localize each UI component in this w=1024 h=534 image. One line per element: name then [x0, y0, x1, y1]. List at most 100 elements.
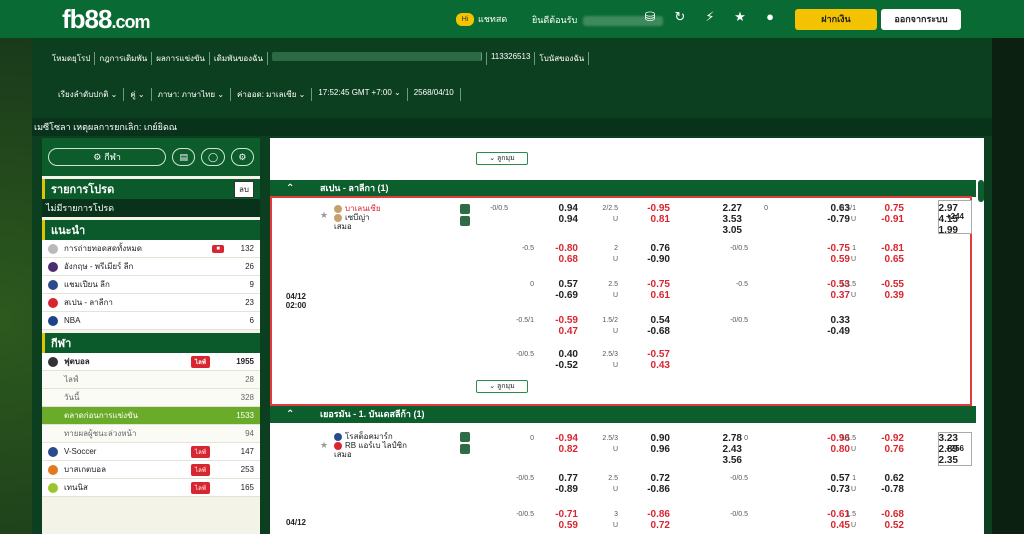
league-header-bundesliga[interactable]: ⌃ เยอรมัน - 1. บันเดสลีก้า (1) [270, 406, 976, 423]
odds-value[interactable]: 0.81 [630, 215, 670, 225]
odds-value[interactable]: 0.65 [864, 255, 904, 265]
odds-value[interactable]: -0.69 [538, 291, 578, 301]
refresh-icon[interactable]: ↻ [670, 9, 690, 25]
promo-icon[interactable]: ★ [730, 9, 750, 25]
corners-toggle[interactable]: ⌄ ลูกมุม [476, 380, 528, 393]
odds-value[interactable]: -0.75 [630, 280, 670, 290]
odds-value[interactable]: 0.61 [630, 291, 670, 301]
odds-value[interactable]: 0.59 [538, 521, 578, 531]
nav-euro-mode[interactable]: โหมดยุโรป [48, 52, 96, 65]
delete-favorites-button[interactable]: ลบ [234, 180, 254, 198]
sidebar-item-football-live[interactable]: ไลฟ์ 28 [42, 371, 260, 389]
odds-value[interactable]: 0.52 [864, 521, 904, 531]
odds-value[interactable]: -0.59 [538, 316, 578, 326]
scrollbar[interactable] [978, 180, 984, 202]
odds-value[interactable]: 0.54 [630, 316, 670, 326]
live-icon[interactable] [460, 216, 470, 226]
odds-value[interactable]: 2.89 [918, 445, 958, 455]
language-select[interactable]: ภาษา: ภาษาไทย ⌄ [152, 88, 232, 101]
odds-value[interactable]: -0.89 [538, 485, 578, 495]
nav-rules[interactable]: กฎการเดิมพัน [95, 52, 153, 65]
odds-value[interactable]: 0.75 [864, 204, 904, 214]
odds-value[interactable]: 0.94 [538, 215, 578, 225]
odds-value[interactable]: 2.97 [918, 204, 958, 214]
odds-value[interactable]: 0.43 [630, 361, 670, 371]
odds-value[interactable]: -0.86 [630, 510, 670, 520]
deposit-button[interactable]: ฝากเงิน [795, 9, 877, 30]
odds-value[interactable]: 1.99 [918, 226, 958, 236]
odds-value[interactable]: -0.49 [810, 327, 850, 337]
odds-value[interactable]: -0.91 [864, 215, 904, 225]
odds-value[interactable]: 3.23 [918, 434, 958, 444]
odds-value[interactable]: 0.33 [810, 316, 850, 326]
odds-value[interactable]: 4.15 [918, 215, 958, 225]
odds-value[interactable]: -0.68 [864, 510, 904, 520]
odds-value[interactable]: 3.53 [702, 215, 742, 225]
profile-button[interactable]: ◯ [201, 148, 225, 166]
odds-value[interactable]: 3.05 [702, 226, 742, 236]
sidebar-item-football-outright[interactable]: ทายผลผู้ชนะล่วงหน้า 94 [42, 425, 260, 443]
odds-value[interactable]: -0.68 [630, 327, 670, 337]
settings-button[interactable]: ⚙ [230, 148, 255, 166]
odds-value[interactable]: -0.57 [630, 350, 670, 360]
odds-value[interactable]: 0.47 [538, 327, 578, 337]
sidebar-item-basketball[interactable]: บาสเกตบอล ไลฟ์ 253 [42, 461, 260, 479]
odds-value[interactable]: 0.94 [538, 204, 578, 214]
odds-value[interactable]: 0.39 [864, 291, 904, 301]
timezone-select[interactable]: 17:52:45 GMT +7:00 ⌄ [312, 88, 408, 101]
odds-value[interactable]: -0.90 [630, 255, 670, 265]
site-logo[interactable]: fb88.com [62, 4, 150, 35]
live-icon[interactable] [460, 444, 470, 454]
sidebar-item-football-prematch[interactable]: ตลาดก่อนการแข่งขัน 1533 [42, 407, 260, 425]
live-chat-link[interactable]: Hi แชทสด [456, 12, 507, 26]
pair-select[interactable]: คู่ ⌄ [124, 88, 152, 101]
wallet-icon[interactable]: ⛁ [640, 9, 660, 25]
odds-value[interactable]: -0.71 [538, 510, 578, 520]
favorite-star-icon[interactable]: ★ [320, 440, 328, 451]
odds-value[interactable]: -0.94 [538, 434, 578, 444]
odds-value[interactable]: 0.76 [864, 445, 904, 455]
sidebar-item-all-live[interactable]: การถ่ายทอดสดทั้งหมด ■ 132 [42, 240, 260, 258]
sidebar-item-nba[interactable]: NBA 6 [42, 312, 260, 330]
odds-value[interactable]: -0.81 [864, 244, 904, 254]
odds-value[interactable]: 2.27 [702, 204, 742, 214]
odds-value[interactable]: -0.95 [630, 204, 670, 214]
odds-value[interactable]: 0.96 [630, 445, 670, 455]
nav-my-bets[interactable]: เดิมพันของฉัน [210, 52, 268, 65]
sidebar-item-laliga[interactable]: สเปน - ลาลีกา 23 [42, 294, 260, 312]
sidebar-item-premier-league[interactable]: อังกฤษ - พรีเมียร์ ลีก 26 [42, 258, 260, 276]
favorite-star-icon[interactable]: ★ [320, 210, 328, 221]
odds-value[interactable]: -0.78 [864, 485, 904, 495]
sidebar-item-vsoccer[interactable]: V-Soccer ไลฟ์ 147 [42, 443, 260, 461]
logout-button[interactable]: ออกจากระบบ [881, 9, 961, 30]
sidebar-item-champions-league[interactable]: แชมเปียน ลีก 9 [42, 276, 260, 294]
nav-my-bonus[interactable]: โบนัสของฉัน [535, 52, 590, 65]
odds-value[interactable]: 0.90 [630, 434, 670, 444]
nav-results[interactable]: ผลการแข่งขัน [152, 52, 210, 65]
sidebar-item-football-today[interactable]: วันนี้ 328 [42, 389, 260, 407]
odds-value[interactable]: 0.82 [538, 445, 578, 455]
odds-value[interactable]: 0.68 [538, 255, 578, 265]
bet-slip-button[interactable]: ▤ [172, 148, 196, 166]
odds-value[interactable]: -0.52 [538, 361, 578, 371]
league-header-laliga[interactable]: ⌃ สเปน - ลาลีกา (1) [270, 180, 976, 197]
odds-value[interactable]: 0.72 [630, 521, 670, 531]
odds-value[interactable]: 2.43 [702, 445, 742, 455]
tab-sport[interactable]: ⚙ กีฬา [48, 148, 167, 166]
odds-value[interactable]: 0.57 [538, 280, 578, 290]
odds-value[interactable]: 3.56 [702, 456, 742, 466]
user-icon[interactable]: ● [760, 9, 780, 25]
flash-icon[interactable]: ⚡ [700, 9, 720, 25]
odds-value[interactable]: 2.35 [918, 456, 958, 466]
odds-value[interactable]: 0.40 [538, 350, 578, 360]
sidebar-item-tennis[interactable]: เทนนิส ไลฟ์ 165 [42, 479, 260, 497]
corners-toggle-top[interactable]: ⌄ ลูกมุม [476, 152, 528, 165]
odds-type-select[interactable]: ค่าออด: มาเลเซีย ⌄ [231, 88, 313, 101]
odds-value[interactable]: 0.72 [630, 474, 670, 484]
stats-icon[interactable] [460, 432, 470, 442]
sort-select[interactable]: เรียงลำดับปกติ ⌄ [52, 88, 125, 101]
odds-value[interactable]: -0.86 [630, 485, 670, 495]
odds-value[interactable]: -0.80 [538, 244, 578, 254]
odds-value[interactable]: 0.62 [864, 474, 904, 484]
odds-value[interactable]: -0.55 [864, 280, 904, 290]
